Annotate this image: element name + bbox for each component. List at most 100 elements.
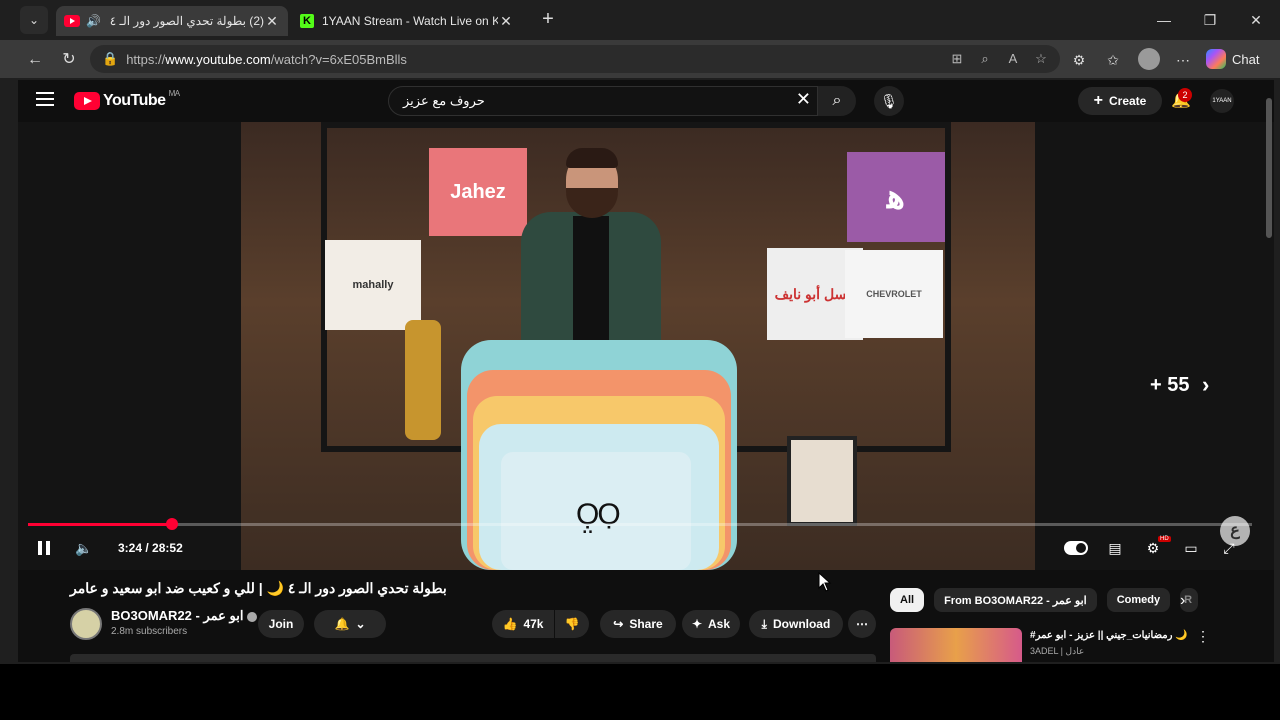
progress-bar[interactable] xyxy=(28,523,1252,526)
new-tab-button[interactable]: + xyxy=(536,8,560,32)
youtube-favicon-icon xyxy=(64,15,80,27)
create-label: Create xyxy=(1108,94,1147,108)
address-bar[interactable]: 🔒 https:// www.youtube.com /watch?v=6xE0… xyxy=(90,45,1060,73)
like-button[interactable]: 👍 47k xyxy=(492,610,554,638)
copilot-chat-button[interactable]: Chat xyxy=(1206,46,1268,72)
podium: Ọ̤Ọ xyxy=(461,340,737,570)
subtitles-icon[interactable]: ▤ xyxy=(1104,536,1126,560)
page-scrollbar[interactable] xyxy=(1264,80,1274,662)
favorite-star-icon[interactable]: ☆ xyxy=(1032,49,1050,69)
youtube-play-icon xyxy=(74,92,100,110)
recommended-channel[interactable]: 3ADEL | عادل xyxy=(1030,646,1084,657)
restore-icon[interactable]: ❐ xyxy=(1190,8,1230,32)
more-actions-icon[interactable]: ⋯ xyxy=(848,610,876,638)
tab-youtube[interactable]: 🔊 (2) بطولة تحدي الصور دور الـ ٤ 🌙 ✕ xyxy=(56,6,288,36)
end-overlay-count[interactable]: + 55 xyxy=(1150,374,1189,397)
chevron-right-icon[interactable]: › xyxy=(1202,372,1209,398)
back-icon[interactable]: ← xyxy=(22,47,48,73)
share-icon: ↪ xyxy=(613,617,624,631)
download-icon: ⤓ xyxy=(761,616,767,631)
chip-all[interactable]: All xyxy=(890,588,925,612)
search-input[interactable]: حروف مع عزيز ✕ xyxy=(388,86,818,116)
zoom-icon[interactable]: ⌕ xyxy=(976,49,994,69)
pause-button[interactable] xyxy=(34,536,54,560)
tab-kick[interactable]: K 1YAAN Stream - Watch Live on Kick ✕ xyxy=(292,6,522,36)
clear-search-icon[interactable]: ✕ xyxy=(796,89,811,110)
progress-played xyxy=(28,523,172,526)
channel-name[interactable]: BO3OMAR22 - ابو عمر xyxy=(111,608,258,624)
read-aloud-icon[interactable]: A xyxy=(1004,49,1022,69)
search-value: حروف مع عزيز xyxy=(403,93,485,108)
video-title: بطولة تحدي الصور دور الـ ٤ 🌙 | للي و كعي… xyxy=(70,580,447,596)
like-count: 47k xyxy=(523,617,544,631)
theater-mode-icon[interactable]: ▭ xyxy=(1180,536,1202,560)
tab-actions-menu-icon[interactable]: ⌄ xyxy=(20,6,48,34)
download-button[interactable]: ⤓ Download xyxy=(749,610,843,638)
youtube-logo[interactable]: YouTube MA xyxy=(74,88,181,110)
chevrolet-sign: CHEVROLET xyxy=(845,250,943,338)
recommended-title[interactable]: #رمضانيات_جيني || عزيز - ابو عمر 🌙 xyxy=(1030,630,1190,641)
duration: 28:52 xyxy=(152,541,183,555)
country-code: MA xyxy=(168,88,181,98)
recommended-thumbnail[interactable] xyxy=(890,628,1022,662)
video-frame[interactable]: Jahez ﻫ mahally عسل أبو نايف CHEVROLET Ọ… xyxy=(241,122,1035,570)
tab-title: 1YAAN Stream - Watch Live on Kick xyxy=(322,14,498,28)
address-bar-row: ← ↻ 🔒 https:// www.youtube.com /watch?v=… xyxy=(0,40,1280,78)
extensions-icon[interactable]: ⚙ xyxy=(1068,49,1090,71)
url-host: www.youtube.com xyxy=(165,51,271,67)
join-button[interactable]: Join xyxy=(258,610,304,638)
trophy-icon xyxy=(405,320,441,440)
refresh-icon[interactable]: ↻ xyxy=(56,47,82,73)
url-prefix: https:// xyxy=(126,51,166,67)
scrubber-handle[interactable] xyxy=(166,518,178,530)
hd-badge: HD xyxy=(1158,536,1171,542)
verified-icon xyxy=(247,611,258,622)
tab-strip: ⌄ 🔊 (2) بطولة تحدي الصور دور الـ ٤ 🌙 ✕ K… xyxy=(0,0,1280,40)
profile-avatar[interactable] xyxy=(1138,48,1160,70)
ask-label: Ask xyxy=(708,617,731,631)
volume-icon[interactable]: 🔈 xyxy=(74,536,94,560)
chips-next-icon[interactable]: › xyxy=(1180,592,1185,610)
current-time: 3:24 xyxy=(118,541,143,555)
chevron-down-icon: ⌄ xyxy=(355,617,366,631)
autoplay-toggle[interactable] xyxy=(1064,541,1088,555)
time-display: 3:24 / 28:52 xyxy=(118,541,183,555)
subscriber-count: 2.8m subscribers xyxy=(111,626,188,637)
tab-close-icon[interactable]: ✕ xyxy=(498,13,514,30)
create-button[interactable]: + Create xyxy=(1078,87,1162,115)
description-box[interactable] xyxy=(70,654,876,662)
search-button[interactable]: ⌕ xyxy=(818,86,856,116)
masthead: YouTube MA حروف مع عزيز ✕ ⌕ 🎙 + Create 🔔… xyxy=(18,80,1274,122)
app-available-icon[interactable]: ⊞ xyxy=(948,49,966,69)
share-button[interactable]: ↪ Share xyxy=(600,610,676,638)
mahally-sign: mahally xyxy=(325,240,421,330)
podium-face-icon: Ọ̤Ọ xyxy=(576,498,621,531)
account-avatar[interactable]: 1YAAN xyxy=(1210,89,1234,113)
ask-button[interactable]: ✦ Ask xyxy=(682,610,740,638)
scrollbar-thumb[interactable] xyxy=(1266,98,1272,238)
fullscreen-icon[interactable]: ⤢ xyxy=(1218,536,1240,560)
channel-avatar[interactable] xyxy=(70,608,102,640)
plus-icon: + xyxy=(1093,92,1103,109)
dislike-button[interactable]: 👎 xyxy=(555,610,589,638)
copilot-icon xyxy=(1206,49,1226,69)
menu-icon[interactable] xyxy=(36,92,54,106)
favorites-icon[interactable]: ✩ xyxy=(1102,49,1124,71)
subscribed-bell-button[interactable]: 🔔 ⌄ xyxy=(314,610,386,638)
chip-from-channel[interactable]: From BO3OMAR22 - ابو عمر xyxy=(934,588,1097,612)
channel-name-text: BO3OMAR22 - ابو عمر xyxy=(111,608,244,623)
video-player[interactable]: Jahez ﻫ mahally عسل أبو نايف CHEVROLET Ọ… xyxy=(18,122,1274,570)
notification-badge: 2 xyxy=(1178,88,1192,102)
tab-close-icon[interactable]: ✕ xyxy=(264,13,280,30)
voice-search-icon[interactable]: 🎙 xyxy=(874,86,904,116)
chip-comedy[interactable]: Comedy xyxy=(1106,588,1171,612)
kick-favicon-icon: K xyxy=(300,14,314,28)
speaker-icon[interactable]: 🔊 xyxy=(86,14,101,28)
site-info-icon[interactable]: 🔒 xyxy=(102,51,118,67)
close-window-icon[interactable]: ✕ xyxy=(1236,8,1276,32)
minimize-icon[interactable]: — xyxy=(1144,8,1184,32)
recommended-menu-icon[interactable]: ⋮ xyxy=(1196,628,1210,645)
youtube-page: YouTube MA حروف مع عزيز ✕ ⌕ 🎙 + Create 🔔… xyxy=(18,80,1274,662)
sparkle-icon: ✦ xyxy=(691,617,703,631)
more-menu-icon[interactable]: ⋯ xyxy=(1172,49,1194,71)
